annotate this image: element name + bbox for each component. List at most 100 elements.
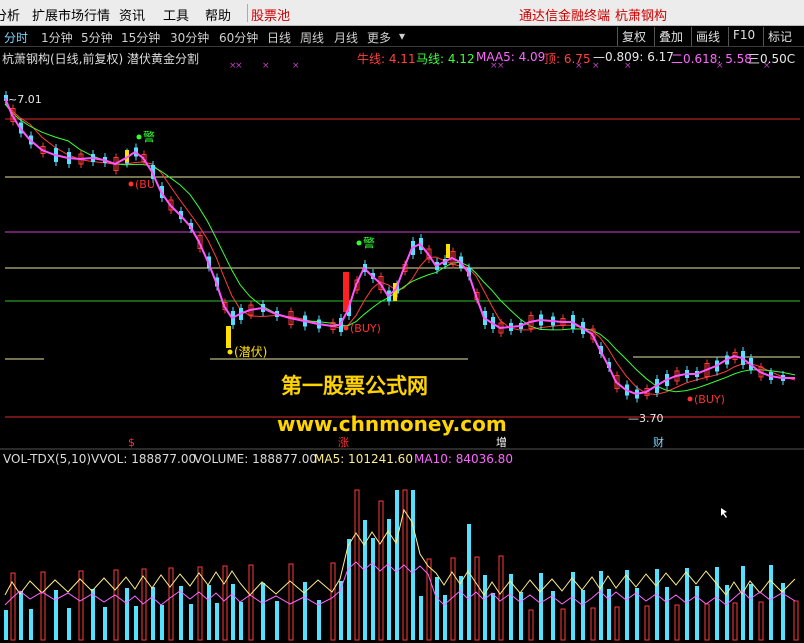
- signal-x-mark: ×: [624, 61, 632, 71]
- volume-bar: [443, 595, 447, 640]
- volume-bar: [704, 603, 710, 641]
- signal-x-mark: ×: [716, 61, 724, 71]
- volume-bar: [674, 604, 680, 641]
- ma5-value: MA5: 101241.60: [314, 452, 413, 466]
- warn-label: 警: [143, 129, 155, 144]
- volume-bar: [239, 602, 243, 640]
- buy-label: (BUY): [350, 322, 381, 335]
- signal-x-mark: ×: [592, 61, 600, 71]
- volume-bar: [395, 490, 399, 640]
- ma10-value: MA10: 84036.80: [414, 452, 513, 466]
- signal-x-mark: ×: [763, 61, 771, 71]
- buy-label: (BU: [135, 178, 155, 191]
- volume-bar: [426, 558, 432, 641]
- volume-bar: [113, 569, 119, 641]
- buy-label: (BUY): [694, 393, 725, 406]
- buy-dot: [687, 396, 693, 402]
- volume-bar: [347, 539, 351, 640]
- volume-bar: [491, 593, 495, 640]
- volume-bar: [222, 565, 228, 641]
- volume-bar: [435, 577, 439, 640]
- signal-x-mark: ×: [235, 61, 243, 71]
- volume-bar: [275, 601, 279, 640]
- volume-bar: [560, 608, 566, 641]
- volume-bar: [4, 610, 8, 640]
- volume-bar: [411, 490, 415, 640]
- volume-bar: [498, 555, 504, 641]
- maa5-line: [4, 97, 795, 396]
- volume-bar: [581, 590, 585, 640]
- volume-bar: [539, 573, 543, 640]
- warn-dot: [136, 134, 142, 140]
- volume-bar: [189, 604, 193, 640]
- volume-bar: [231, 584, 235, 640]
- hide-dot: [227, 349, 233, 355]
- price-low-label: —3.70: [628, 412, 664, 425]
- volume-value: VOLUME: 188877.00: [194, 452, 317, 466]
- volume-bar: [19, 591, 23, 640]
- volume-bar: [215, 603, 219, 640]
- volume-bar: [54, 590, 58, 640]
- volume-bar: [655, 569, 659, 640]
- volume-bar: [160, 605, 164, 640]
- volume-bar: [91, 589, 95, 640]
- volume-bar: [741, 566, 745, 640]
- volume-bar: [125, 588, 129, 640]
- volume-indicator-name: VOL-TDX(5,10): [3, 452, 91, 466]
- kline-chart[interactable]: ×× × × × × × × × × ×~7.01—3.70警警(BU(BUY)(BUY)(潜伏)…: [0, 0, 804, 643]
- volume-bar: [371, 538, 375, 640]
- volume-bar: [339, 581, 343, 640]
- volume-bar: [387, 519, 391, 640]
- info-marker: 增: [496, 435, 507, 449]
- yellow-candle: [446, 244, 450, 258]
- volume-bar: [519, 592, 523, 640]
- signal-x-mark: ×: [262, 61, 270, 71]
- volume-bar: [67, 608, 71, 640]
- info-marker: 涨: [338, 436, 349, 449]
- niu-line: [4, 101, 796, 396]
- volume-bar: [168, 567, 174, 641]
- volume-ma5-line: [4, 508, 796, 596]
- volume-bar: [459, 576, 463, 640]
- volume-bar: [571, 572, 575, 640]
- watermark-site-url: www.chnmoney.com: [277, 412, 507, 436]
- ma-line: [4, 103, 796, 393]
- volume-bar: [207, 585, 211, 640]
- signal-x-mark: ×: [575, 61, 583, 71]
- volume-bar: [40, 571, 46, 641]
- volume-bar: [614, 606, 620, 641]
- volume-bar: [261, 583, 265, 640]
- volume-bar: [732, 602, 738, 641]
- volume-bar: [483, 575, 487, 640]
- volume-bar: [715, 567, 719, 640]
- volume-bar: [625, 570, 629, 640]
- limit-up-candle: [343, 272, 349, 312]
- hide-signal-candle: [226, 326, 231, 348]
- info-marker: 财: [653, 435, 664, 449]
- watermark-site-name: 第一股票公式网: [281, 374, 428, 398]
- warn-dot: [356, 240, 362, 246]
- volume-bar: [330, 562, 336, 641]
- volume-bar: [29, 609, 33, 640]
- volume-bar: [103, 607, 107, 640]
- volume-bar: [695, 586, 699, 640]
- volume-bar: [179, 586, 183, 640]
- volume-bar: [467, 524, 471, 640]
- volume-bar: [419, 596, 423, 640]
- volume-bar: [248, 564, 254, 641]
- volume-bar: [685, 568, 689, 640]
- buy-dot: [128, 181, 134, 187]
- volume-bar: [528, 609, 534, 641]
- volume-bar: [590, 607, 596, 641]
- signal-x-mark: ×: [292, 61, 300, 71]
- volume-bar: [769, 565, 773, 640]
- volume-bar: [599, 571, 603, 640]
- volume-bar: [758, 601, 764, 641]
- price-high-label: ~7.01: [8, 93, 42, 106]
- warn-label: 警: [363, 235, 375, 250]
- mouse-cursor-icon: [721, 508, 727, 518]
- volume-bar: [749, 584, 753, 640]
- volume-bar: [644, 605, 650, 641]
- volume-bar: [151, 587, 155, 640]
- volume-bar: [474, 556, 480, 641]
